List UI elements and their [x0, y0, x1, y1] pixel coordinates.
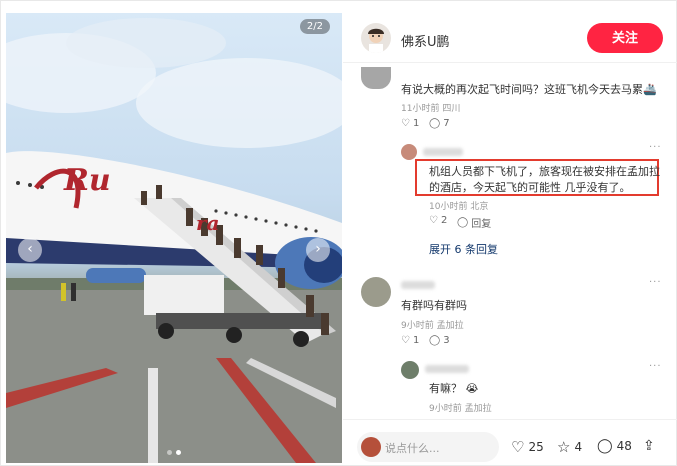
commenter-avatar[interactable] [361, 67, 391, 89]
comment-text: 有群吗有群吗 [401, 299, 467, 312]
next-image-button[interactable]: › [306, 238, 330, 262]
more-options-icon[interactable]: ··· [649, 361, 662, 372]
chevron-left-icon: ‹ [27, 241, 33, 257]
post-photo[interactable]: Ru ra 2/2 ‹ › [6, 13, 342, 463]
heart-icon: ♡ [511, 438, 525, 456]
airline-logo-tail: ra [196, 211, 220, 235]
chat-bubble-icon: ◯ [429, 335, 441, 346]
pagination-dot[interactable] [167, 450, 172, 455]
reply-text: 有嘛？ 😭 [429, 380, 478, 396]
reply-avatar[interactable] [401, 144, 417, 160]
reply-avatar[interactable] [401, 361, 419, 379]
more-options-icon[interactable]: ··· [649, 277, 662, 288]
comment-reply-count-button[interactable]: ◯ 3 [429, 335, 450, 346]
post-header: 佛系U鹏 关注 [343, 1, 677, 63]
share-icon: ⇪ [643, 438, 655, 454]
reply-text-line1: 机组人员都下飞机了，旅客现在被安排在孟加拉 [429, 165, 660, 178]
star-icon: ☆ [557, 438, 571, 456]
heart-icon: ♡ [401, 335, 410, 346]
comment-text-body: 有说大概的再次起飞时间吗？这班飞机今天去马累 [401, 83, 643, 96]
like-count: 1 [412, 335, 420, 346]
author-avatar-icon [368, 28, 384, 53]
chat-bubble-icon: ◯ [429, 118, 441, 129]
reply-text-body: 有嘛？ [429, 382, 462, 395]
comment-meta: 11小时前 四川 [401, 104, 461, 114]
reply-count: 3 [443, 335, 450, 346]
post-comment-count: 48 [616, 439, 632, 453]
chat-bubble-icon: ◯ [597, 438, 613, 454]
author-name[interactable]: 佛系U鹏 [401, 31, 450, 50]
image-pagination-dots [167, 450, 181, 455]
boat-emoji-icon: 🚢 [643, 83, 657, 96]
heart-icon: ♡ [401, 118, 410, 129]
follow-button[interactable]: 关注 [587, 23, 663, 53]
reply-count: 7 [443, 118, 450, 129]
self-avatar [361, 437, 381, 457]
reply-button[interactable]: ◯ 回复 [457, 215, 491, 230]
comment-text: 有说大概的再次起飞时间吗？这班飞机今天去马累🚢 [401, 81, 657, 97]
crying-emoji-icon: 😭 [465, 382, 479, 395]
reply-meta: 10小时前 北京 [429, 202, 489, 212]
comment-input-placeholder: 说点什么... [385, 442, 440, 455]
chevron-right-icon: › [315, 241, 321, 257]
post-action-bar: 说点什么... ♡ 25 ☆ 4 ◯ 48 ⇪ [343, 419, 677, 466]
reply-author-name-blurred[interactable] [425, 365, 469, 373]
post-like-count: 25 [528, 440, 544, 454]
comment-meta: 9小时前 孟加拉 [401, 321, 464, 331]
reply-meta: 9小时前 孟加拉 [429, 404, 492, 414]
reply-label: 回复 [471, 219, 492, 230]
like-post-button[interactable]: ♡ 25 [511, 438, 544, 456]
comment-post-button[interactable]: ◯ 48 [597, 438, 632, 454]
share-button[interactable]: ⇪ [643, 438, 655, 454]
prev-image-button[interactable]: ‹ [18, 238, 42, 262]
author-avatar[interactable] [361, 23, 391, 53]
pagination-dot-active[interactable] [176, 450, 181, 455]
like-count: 1 [412, 118, 420, 129]
commenter-avatar[interactable] [361, 277, 391, 307]
more-options-icon[interactable]: ··· [649, 142, 662, 153]
comments-panel: 佛系U鹏 关注 有说大概的再次起飞时间吗？这班飞机今天去马累🚢 11小时前 四川… [343, 1, 677, 466]
reply-author-name-blurred[interactable] [423, 148, 463, 156]
expand-replies-link[interactable]: 展开 6 条回复 [429, 241, 498, 257]
heart-icon: ♡ [429, 215, 438, 226]
airplane-photo-illustration [6, 18, 342, 463]
like-count: 2 [440, 215, 448, 226]
airline-logo: Ru [64, 163, 111, 198]
reply-text-line2: 的酒店，今天起飞的可能性 几乎没有了。 [429, 181, 631, 194]
post-detail-window: Ru ra 2/2 ‹ › 佛系U鹏 关注 有说大概的再次起飞时间吗？这班飞机今… [0, 0, 677, 466]
collect-post-button[interactable]: ☆ 4 [557, 438, 582, 456]
reply-like-button[interactable]: ♡ 2 [429, 215, 447, 226]
comment-like-button[interactable]: ♡ 1 [401, 118, 419, 129]
comment-input[interactable]: 说点什么... [357, 432, 499, 462]
comment-reply-count-button[interactable]: ◯ 7 [429, 118, 450, 129]
image-counter: 2/2 [299, 19, 330, 34]
post-collect-count: 4 [574, 440, 583, 454]
chat-bubble-icon: ◯ [457, 217, 469, 228]
commenter-name-blurred[interactable] [401, 281, 435, 289]
comment-like-button[interactable]: ♡ 1 [401, 335, 419, 346]
